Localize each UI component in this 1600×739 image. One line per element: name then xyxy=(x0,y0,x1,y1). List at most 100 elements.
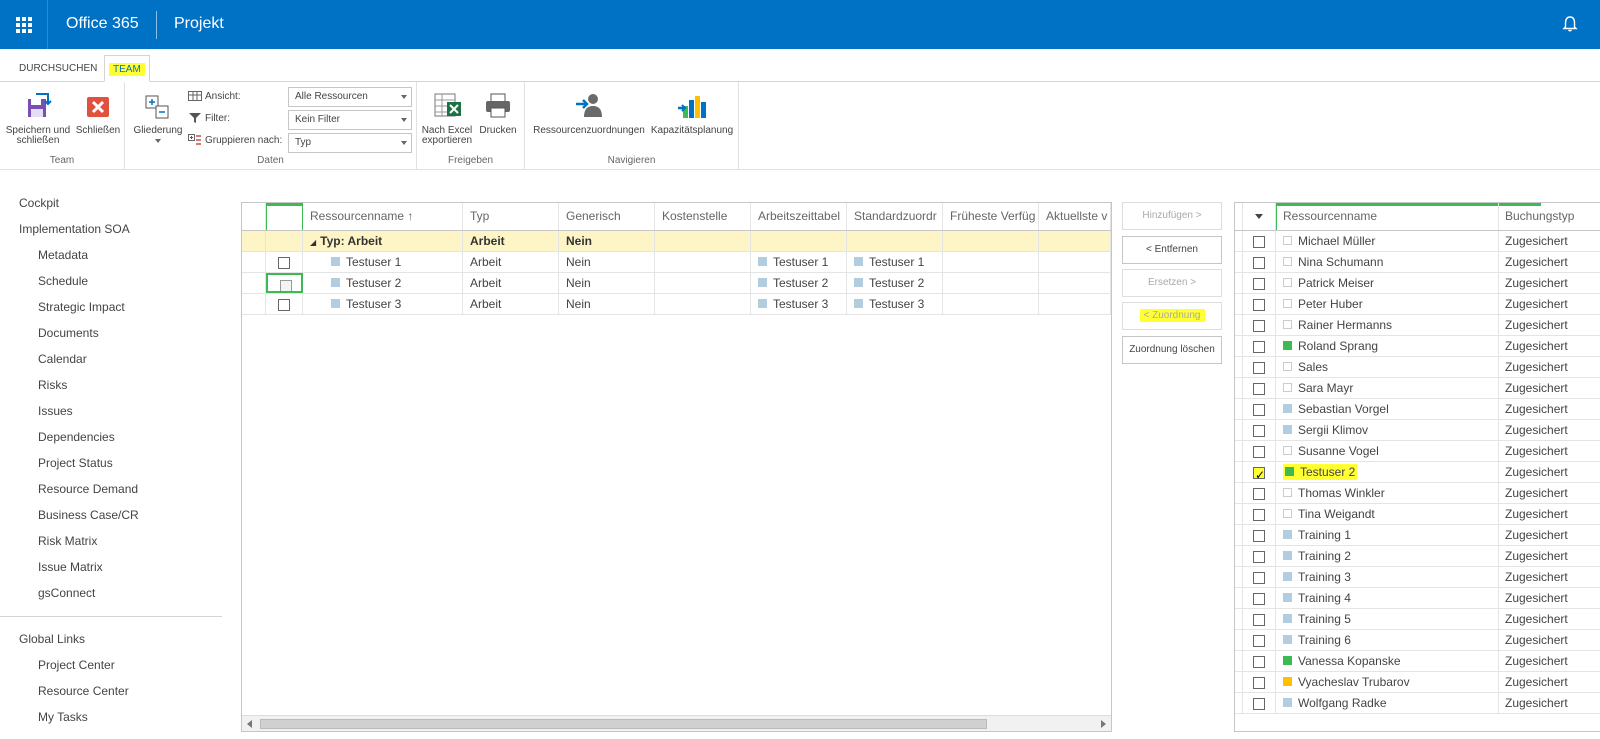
nav-item-cockpit[interactable]: Cockpit xyxy=(19,196,59,210)
scrollbar-thumb[interactable] xyxy=(260,719,987,729)
replace-button[interactable]: Ersetzen > xyxy=(1122,269,1222,297)
row-checkbox[interactable]: ✓ xyxy=(1253,466,1265,482)
tab-durchsuchen[interactable]: DURCHSUCHEN xyxy=(15,57,101,81)
list-item[interactable]: Wolfgang Radke Zugesichert xyxy=(1235,693,1600,714)
nav-item-business-case[interactable]: Business Case/CR xyxy=(38,508,139,522)
row-checkbox[interactable] xyxy=(1253,256,1265,269)
print-button[interactable]: Drucken xyxy=(475,90,521,136)
app-name[interactable]: Projekt xyxy=(174,15,224,33)
list-item[interactable]: Sergii Klimov Zugesichert xyxy=(1235,420,1600,441)
nav-item-gsconnect[interactable]: gsConnect xyxy=(38,586,95,600)
nav-item-resource-demand[interactable]: Resource Demand xyxy=(38,482,138,496)
remove-button[interactable]: < Entfernen xyxy=(1122,236,1222,264)
outline-button[interactable]: Gliederung xyxy=(131,90,185,143)
nav-item-project[interactable]: Implementation SOA xyxy=(19,222,130,236)
export-excel-button[interactable]: Nach Excel exportieren xyxy=(421,90,473,146)
list-item[interactable]: Sebastian Vorgel Zugesichert xyxy=(1235,399,1600,420)
brand-link[interactable]: Office 365 xyxy=(66,15,139,33)
list-item[interactable]: Michael Müller Zugesichert xyxy=(1235,231,1600,252)
row-checkbox[interactable] xyxy=(1253,424,1265,437)
add-button[interactable]: Hinzufügen > xyxy=(1122,202,1222,230)
horizontal-scrollbar[interactable] xyxy=(242,715,1111,731)
column-header-type[interactable]: Typ xyxy=(463,203,559,230)
row-checkbox[interactable] xyxy=(1253,340,1265,353)
collapse-triangle-icon[interactable]: ◢ xyxy=(310,238,316,247)
row-checkbox[interactable] xyxy=(1253,361,1265,374)
nav-item-risk-matrix[interactable]: Risk Matrix xyxy=(38,534,97,548)
list-item[interactable]: Tina Weigandt Zugesichert xyxy=(1235,504,1600,525)
list-item[interactable]: Training 5 Zugesichert xyxy=(1235,609,1600,630)
list-item[interactable]: Vanessa Kopanske Zugesichert xyxy=(1235,651,1600,672)
nav-item-project-status[interactable]: Project Status xyxy=(38,456,113,470)
group-row[interactable]: ◢ Typ: Arbeit Arbeit Nein xyxy=(242,231,1111,252)
list-item[interactable]: ✓ Testuser 2 Zugesichert xyxy=(1235,462,1600,483)
list-item[interactable]: Sales Zugesichert xyxy=(1235,357,1600,378)
app-launcher-button[interactable] xyxy=(0,0,48,49)
list-item[interactable]: Training 1 Zugesichert xyxy=(1235,525,1600,546)
nav-item-schedule[interactable]: Schedule xyxy=(38,274,88,288)
nav-item-resource-center[interactable]: Resource Center xyxy=(38,684,129,698)
close-button[interactable]: Schließen xyxy=(74,90,122,136)
row-checkbox[interactable] xyxy=(1253,697,1265,710)
list-item[interactable]: Susanne Vogel Zugesichert xyxy=(1235,441,1600,462)
nav-item-my-tasks[interactable]: My Tasks xyxy=(38,710,88,724)
list-item[interactable]: Sara Mayr Zugesichert xyxy=(1235,378,1600,399)
column-header-generic[interactable]: Generisch xyxy=(559,203,655,230)
column-header-latest-available[interactable]: Aktuellste v xyxy=(1039,203,1111,230)
list-item[interactable]: Patrick Meiser Zugesichert xyxy=(1235,273,1600,294)
filter-dropdown[interactable]: Kein Filter xyxy=(288,110,412,130)
row-checkbox[interactable] xyxy=(1253,382,1265,395)
list-item[interactable]: Vyacheslav Trubarov Zugesichert xyxy=(1235,672,1600,693)
tab-team[interactable]: TEAM xyxy=(104,55,150,82)
nav-item-issues[interactable]: Issues xyxy=(38,404,73,418)
row-checkbox[interactable] xyxy=(278,256,290,269)
view-dropdown[interactable]: Alle Ressourcen xyxy=(288,87,412,107)
column-header-default-assignment[interactable]: Standardzuordr xyxy=(847,203,943,230)
column-header-timesheet[interactable]: Arbeitszeittabel xyxy=(751,203,847,230)
row-checkbox[interactable] xyxy=(1253,508,1265,521)
clear-assignment-button[interactable]: Zuordnung löschen xyxy=(1122,336,1222,364)
list-item[interactable]: Rainer Hermanns Zugesichert xyxy=(1235,315,1600,336)
row-checkbox[interactable] xyxy=(1253,277,1265,290)
save-and-close-button[interactable]: Speichern und schließen xyxy=(4,90,72,146)
nav-item-project-center[interactable]: Project Center xyxy=(38,658,115,672)
list-item[interactable]: Thomas Winkler Zugesichert xyxy=(1235,483,1600,504)
nav-item-dependencies[interactable]: Dependencies xyxy=(38,430,115,444)
row-checkbox[interactable] xyxy=(1253,487,1265,500)
nav-item-strategic-impact[interactable]: Strategic Impact xyxy=(38,300,125,314)
table-row[interactable]: Testuser 3 Arbeit Nein Testuser 3 Testus… xyxy=(242,294,1111,315)
row-checkbox[interactable] xyxy=(1253,592,1265,605)
nav-global-links-heading[interactable]: Global Links xyxy=(19,632,85,646)
resource-assignments-button[interactable]: Ressourcenzuordnungen xyxy=(531,90,647,136)
nav-item-risks[interactable]: Risks xyxy=(38,378,67,392)
column-header-resource-name[interactable]: Ressourcenname ↑ xyxy=(303,203,463,230)
select-all-cell[interactable] xyxy=(266,203,303,230)
list-item[interactable]: Training 2 Zugesichert xyxy=(1235,546,1600,567)
row-checkbox[interactable] xyxy=(1253,676,1265,689)
list-item[interactable]: Roland Sprang Zugesichert xyxy=(1235,336,1600,357)
capacity-planning-button[interactable]: Kapazitätsplanung xyxy=(649,90,735,136)
row-checkbox[interactable] xyxy=(1253,655,1265,668)
list-item[interactable]: Training 3 Zugesichert xyxy=(1235,567,1600,588)
row-checkbox[interactable] xyxy=(1253,571,1265,584)
list-item[interactable]: Training 6 Zugesichert xyxy=(1235,630,1600,651)
list-item[interactable]: Nina Schumann Zugesichert xyxy=(1235,252,1600,273)
column-header-booking-type[interactable]: Buchungstyp xyxy=(1499,203,1600,230)
nav-item-documents[interactable]: Documents xyxy=(38,326,99,340)
nav-item-metadata[interactable]: Metadata xyxy=(38,248,88,262)
row-checkbox[interactable] xyxy=(1253,634,1265,647)
list-item[interactable]: Training 4 Zugesichert xyxy=(1235,588,1600,609)
column-header-resource-name[interactable]: Ressourcenname xyxy=(1276,203,1499,230)
row-checkbox[interactable] xyxy=(278,298,290,311)
row-checkbox[interactable] xyxy=(1253,235,1265,248)
row-checkbox[interactable] xyxy=(1253,550,1265,563)
row-checkbox[interactable] xyxy=(1253,403,1265,416)
assign-button[interactable]: < Zuordnung xyxy=(1122,302,1222,330)
row-checkbox[interactable] xyxy=(1253,319,1265,332)
row-checkbox[interactable] xyxy=(1253,613,1265,626)
select-dropdown-cell[interactable] xyxy=(1243,203,1276,230)
table-row[interactable]: Testuser 2 Arbeit Nein Testuser 2 Testus… xyxy=(242,273,1111,294)
bell-icon[interactable] xyxy=(1560,14,1580,34)
list-item[interactable]: Peter Huber Zugesichert xyxy=(1235,294,1600,315)
scroll-left-icon[interactable] xyxy=(247,720,252,728)
